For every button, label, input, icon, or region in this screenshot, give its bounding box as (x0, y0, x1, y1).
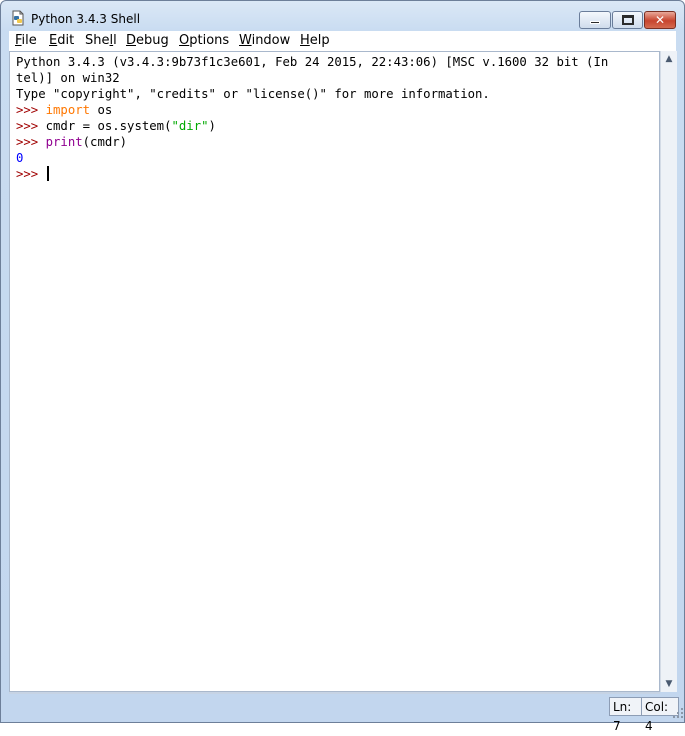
menu-file[interactable]: File (15, 32, 37, 50)
idle-python-icon (12, 10, 24, 26)
menu-window-label: indow (251, 33, 291, 48)
shell-prompt: >>> (16, 119, 39, 133)
status-line-number: Ln: 7 (609, 697, 642, 733)
shell-prompt: >>> (16, 135, 39, 149)
title-bar[interactable]: Python 3.4.3 Shell ✕ (1, 1, 684, 31)
shell-prompt: >>> (16, 167, 39, 181)
scroll-up-icon[interactable]: ▲ (661, 51, 677, 67)
menu-edit-mnemonic: E (49, 33, 58, 48)
string-literal: "dir" (171, 119, 209, 133)
minimize-icon (590, 21, 600, 24)
menu-debug-mnemonic: D (126, 33, 137, 48)
text-cursor (46, 166, 49, 181)
menu-help-label: elp (309, 33, 330, 48)
menu-help[interactable]: Help (300, 32, 330, 50)
print-args: (cmdr) (82, 135, 128, 149)
vertical-scrollbar[interactable]: ▲ ▼ (660, 51, 677, 692)
builtin-print: print (45, 135, 83, 149)
menu-options[interactable]: Options (179, 32, 229, 50)
close-icon: ✕ (654, 13, 666, 27)
assign-code-end: ) (208, 119, 216, 133)
close-button[interactable]: ✕ (644, 11, 676, 29)
keyword-import: import (45, 103, 91, 117)
shell-text-area[interactable]: Python 3.4.3 (v3.4.3:9b73f1c3e601, Feb 2… (9, 51, 660, 692)
menu-edit-label: dit (57, 33, 75, 48)
menu-window-mnemonic: W (239, 33, 252, 48)
banner-line-2: tel)] on win32 (16, 71, 120, 85)
shell-prompt: >>> (16, 103, 39, 117)
status-bar: Ln: 7 Col: 4 (1, 694, 684, 733)
window-title: Python 3.4.3 Shell (31, 12, 141, 26)
menu-debug-label: ebug (136, 33, 169, 48)
import-target: os (90, 103, 113, 117)
maximize-icon (622, 15, 634, 25)
menu-file-label: ile (21, 33, 37, 48)
menu-options-label: ptions (189, 33, 230, 48)
menu-shell-label-start: She (85, 33, 110, 48)
assign-code: cmdr = os.system( (38, 119, 172, 133)
menu-help-mnemonic: H (300, 33, 310, 48)
menu-options-mnemonic: O (179, 33, 190, 48)
menu-shell[interactable]: Shell (85, 32, 117, 50)
resize-grip-icon[interactable] (673, 708, 683, 718)
idle-shell-window: Python 3.4.3 Shell ✕ File Edit Shell Deb… (0, 0, 685, 733)
command-output: 0 (16, 151, 24, 165)
minimize-button[interactable] (579, 11, 611, 29)
banner-line-1: Python 3.4.3 (v3.4.3:9b73f1c3e601, Feb 2… (16, 55, 609, 69)
menu-shell-label-end: l (113, 33, 117, 48)
scroll-down-icon[interactable]: ▼ (661, 676, 677, 692)
banner-line-3: Type "copyright", "credits" or "license(… (16, 87, 490, 101)
menu-debug[interactable]: Debug (126, 32, 169, 50)
menu-bar: File Edit Shell Debug Options Window Hel… (9, 31, 676, 51)
menu-edit[interactable]: Edit (49, 32, 74, 50)
maximize-button[interactable] (612, 11, 643, 29)
menu-window[interactable]: Window (239, 32, 290, 50)
